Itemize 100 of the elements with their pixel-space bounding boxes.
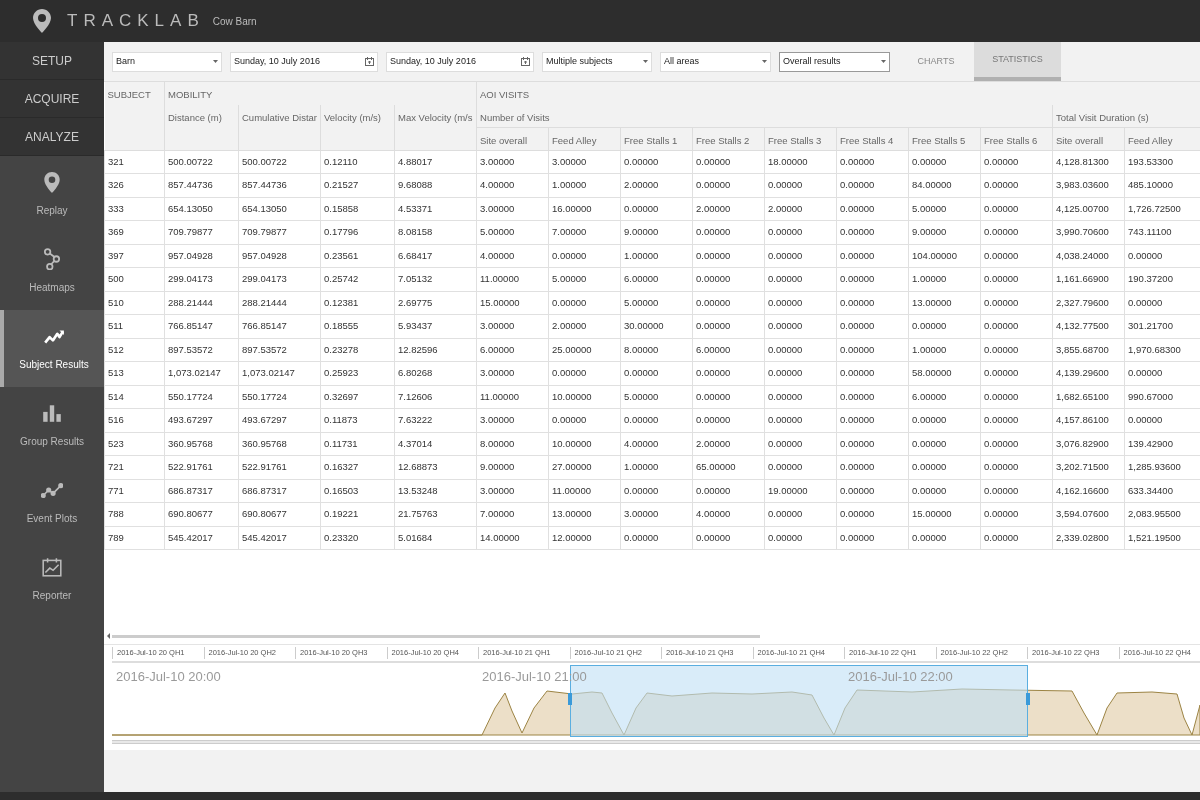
table-cell: 15.00000: [912, 508, 952, 520]
table-cell: 12.00000: [552, 531, 592, 543]
nav-item[interactable]: Heatmaps: [0, 233, 104, 310]
table-cell: 0.00000: [768, 179, 803, 191]
dropdown[interactable]: Overall results: [779, 51, 890, 72]
table-cell: 30.00000: [624, 320, 664, 332]
table-cell: 0.00000: [984, 320, 1019, 332]
table-cell: 771: [108, 484, 124, 496]
table-cell: 523: [108, 437, 124, 449]
table-cell: 5.00000: [552, 273, 587, 285]
table-cell: 1.00000: [912, 343, 947, 355]
table-cell: 766.85147: [242, 320, 287, 332]
table-cell: 27.00000: [552, 461, 592, 473]
section-button[interactable]: SETUP: [32, 51, 72, 70]
table-cell: 0.00000: [984, 273, 1019, 285]
table-cell: 0.00000: [768, 367, 803, 379]
nav-item[interactable]: Subject Results: [0, 310, 104, 387]
table-cell: 369: [108, 226, 124, 238]
date-field[interactable]: Sunday, 10 July 2016: [230, 51, 378, 72]
column-header: Free Stalls 5: [912, 134, 966, 146]
caret-icon: [881, 60, 886, 63]
section-button[interactable]: ACQUIRE: [24, 89, 80, 108]
table-cell: 0.00000: [552, 414, 587, 426]
table-cell: 2.00000: [696, 437, 731, 449]
table-cell: 3,983.03600: [1056, 179, 1109, 191]
table-cell: 0.00000: [912, 437, 947, 449]
dropdown[interactable]: Multiple subjects: [542, 51, 652, 72]
table-cell: 7.00000: [480, 508, 515, 520]
dropdown[interactable]: All areas: [660, 51, 771, 72]
table-cell: 0.00000: [984, 437, 1019, 449]
nav-item[interactable]: Event Plots: [0, 464, 104, 541]
range-handle[interactable]: [1026, 693, 1030, 705]
table-cell: 0.23278: [324, 343, 359, 355]
date-field[interactable]: Sunday, 10 July 2016: [386, 51, 534, 72]
table-cell: 3,076.82900: [1056, 437, 1109, 449]
table-cell: 0.00000: [984, 414, 1019, 426]
table-cell: 0.00000: [984, 531, 1019, 543]
table-cell: 1,161.66900: [1056, 273, 1109, 285]
table-cell: 299.04173: [168, 273, 213, 285]
section-button[interactable]: ANALYZE: [25, 127, 79, 146]
table-cell: 0.00000: [840, 437, 875, 449]
table-cell: 0.25923: [324, 367, 359, 379]
table-cell: 686.87317: [242, 484, 287, 496]
horizontal-scrollbar[interactable]: [112, 634, 760, 638]
table-cell: 1.00000: [912, 273, 947, 285]
table-cell: 0.00000: [912, 461, 947, 473]
table-cell: 0.19221: [324, 508, 359, 520]
table-cell: 0.00000: [984, 179, 1019, 191]
dropdown[interactable]: Barn: [112, 51, 222, 72]
table-cell: 7.12606: [398, 390, 433, 402]
table-cell: 0.00000: [840, 531, 875, 543]
table-cell: 8.00000: [480, 437, 515, 449]
table-cell: 0.00000: [1128, 249, 1163, 261]
calendar-icon[interactable]: [365, 57, 374, 66]
table-cell: 12.82596: [398, 343, 438, 355]
tab[interactable]: STATISTICS: [974, 42, 1061, 81]
table-cell: 0.23561: [324, 249, 359, 261]
table-cell: 3.00000: [480, 367, 515, 379]
table-cell: 1,521.19500: [1128, 531, 1181, 543]
table-cell: 16.00000: [552, 202, 592, 214]
table-cell: 3.00000: [480, 155, 515, 167]
table-cell: 7.00000: [552, 226, 587, 238]
column-header: Free Stalls 4: [840, 134, 894, 146]
table-cell: 0.00000: [768, 226, 803, 238]
table-cell: 0.00000: [984, 296, 1019, 308]
table-cell: 288.21444: [168, 296, 213, 308]
table-cell: 0.00000: [840, 249, 875, 261]
column-header: Distance (m): [168, 112, 222, 123]
table-cell: 516: [108, 414, 124, 426]
table-cell: 857.44736: [168, 179, 213, 191]
nav-item[interactable]: Reporter: [0, 541, 104, 618]
table-cell: 0.00000: [984, 367, 1019, 379]
nav-item[interactable]: Replay: [0, 156, 104, 233]
table-cell: 0.11873: [324, 414, 358, 426]
table-cell: 0.00000: [696, 320, 731, 332]
table-cell: 0.00000: [840, 179, 875, 191]
table-cell: 0.00000: [768, 531, 803, 543]
column-header: Cumulative Distar: [242, 112, 317, 123]
table-cell: 3.00000: [480, 484, 515, 496]
calendar-icon[interactable]: [521, 57, 530, 66]
table-cell: 0.00000: [984, 508, 1019, 520]
table-cell: 0.00000: [696, 531, 731, 543]
table-cell: 0.18555: [324, 320, 359, 332]
table-cell: 11.00000: [552, 484, 591, 496]
table-cell: 0.00000: [624, 484, 659, 496]
bar-chart-icon: [41, 402, 63, 424]
table-cell: 333: [108, 202, 124, 214]
table-cell: 0.00000: [984, 484, 1019, 496]
table-cell: 84.00000: [912, 179, 952, 191]
table-cell: 3,594.07600: [1056, 508, 1109, 520]
table-cell: 6.00000: [912, 390, 947, 402]
table-cell: 3,202.71500: [1056, 461, 1109, 473]
table-cell: 3,990.70600: [1056, 226, 1109, 238]
caret-icon: [643, 60, 648, 63]
table-cell: 3.00000: [480, 202, 515, 214]
nav-item[interactable]: Group Results: [0, 387, 104, 464]
table-cell: 0.00000: [768, 273, 803, 285]
table-cell: 11.00000: [480, 390, 519, 402]
range-handle[interactable]: [568, 693, 572, 705]
table-cell: 0.00000: [696, 414, 731, 426]
